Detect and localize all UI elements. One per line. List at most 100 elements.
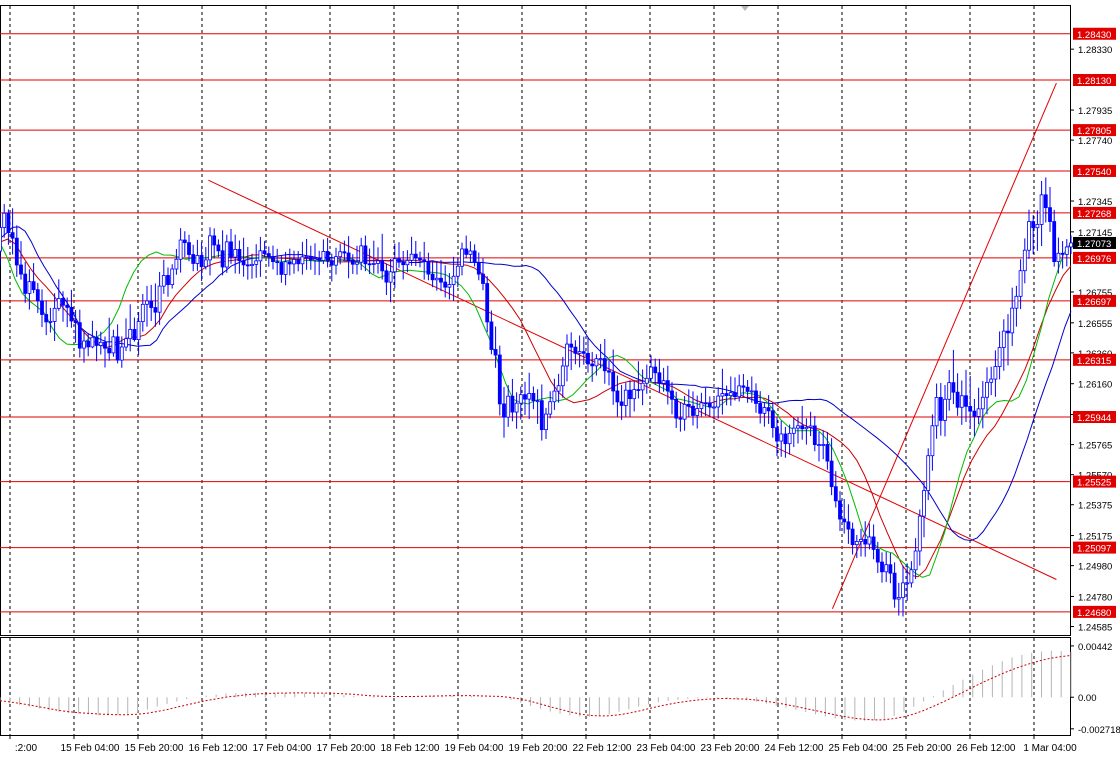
candle-body [304,255,309,258]
candle-body [997,347,1002,367]
candle-body [1048,207,1052,222]
candle-body [922,490,926,517]
time-tick-label: 17 Feb 20:00 [317,743,376,754]
candle-body [1014,295,1019,309]
candle-body [1039,194,1044,225]
candle-body [959,395,964,408]
candle-body [376,260,380,264]
candle-body [791,427,796,434]
candle-body [187,242,191,255]
candle-body [124,338,128,348]
candle-body [40,300,44,315]
candle-body [128,329,133,340]
candle-body [665,380,670,392]
time-tick-label: :2:00 [15,743,38,754]
candle-body [938,397,943,421]
candle-body [166,275,170,285]
sub-tick-label: 0.00 [1078,693,1097,704]
candle-body [145,300,149,305]
time-tick-label: 18 Feb 12:00 [381,743,440,754]
candle-body [615,390,620,403]
candle-body [695,408,700,416]
candle-body [913,550,918,571]
candle-body [254,260,259,265]
candle-body [733,392,737,398]
candle-body [943,398,947,421]
price-tick-label: 1.27935 [1078,106,1112,117]
sub-tick-label: -0.002718 [1078,725,1120,736]
candle-body [661,380,666,384]
candle-body [808,425,813,428]
candle-body [460,248,464,267]
candle-body [649,366,653,379]
candle-body [153,307,158,313]
candle-body [909,569,914,584]
candle-body [296,259,301,265]
candle-body [619,401,624,406]
candle-body [468,250,473,255]
candle-body [86,340,91,348]
candle-body [485,283,490,323]
candle-body [346,252,351,261]
candle-body [703,402,708,405]
candle-body [237,249,242,262]
candle-body [418,257,422,261]
candle-body [628,389,632,400]
candle-body [292,259,296,265]
candle-body [317,258,322,261]
candle-body [720,393,725,397]
candle-body [355,261,359,265]
candle-body [644,377,649,384]
candle-body [31,281,36,291]
candle-body [44,314,49,323]
candle-body [699,402,704,409]
chart-background [0,0,1120,758]
candle-body [775,427,779,442]
candle-body [707,402,712,408]
time-tick-label: 15 Feb 20:00 [125,743,184,754]
candle-body [670,390,674,400]
candle-body [754,390,758,404]
candle-body [506,395,511,418]
candle-body [955,391,960,408]
candle-body [371,263,376,265]
price-tick-label: 1.26555 [1078,319,1112,330]
level-label: 1.27540 [1077,167,1111,178]
candle-body [363,245,368,265]
chart-window[interactable]: 0.00442 0.00 -0.002718 1.28330 1.27935 1.277… [0,0,1120,758]
candle-body [594,358,599,367]
candle-body [926,455,931,491]
candle-body [422,259,427,263]
candle-body [216,244,221,252]
candle-body [917,515,922,552]
candle-body [6,212,11,234]
time-tick-label: 16 Feb 12:00 [189,743,248,754]
candle-body [569,343,574,348]
candle-body [380,260,385,272]
candle-body [199,255,204,268]
candle-body [523,394,527,400]
candle-body [602,358,607,372]
candle-body [1022,249,1027,272]
candle-body [174,258,179,270]
candle-body [69,306,74,322]
candle-body [548,401,553,415]
candle-body [535,400,540,403]
candle-body [23,273,28,294]
level-label: 1.28130 [1077,76,1111,87]
candle-body [691,405,695,416]
candle-body [1043,194,1048,209]
candle-body [901,582,905,598]
candle-body [817,444,821,447]
candle-body [241,260,246,266]
candle-body [842,518,847,523]
candle-body [640,382,645,391]
candle-body [1035,224,1040,229]
candle-body [518,394,523,404]
candle-body [0,227,2,252]
candle-body [1056,252,1061,263]
candle-body [321,251,326,261]
time-tick-label: 25 Feb 20:00 [893,743,952,754]
candle-body [497,354,502,405]
price-chart[interactable]: 0.00442 0.00 -0.002718 1.28330 1.27935 1.277… [0,0,1120,758]
